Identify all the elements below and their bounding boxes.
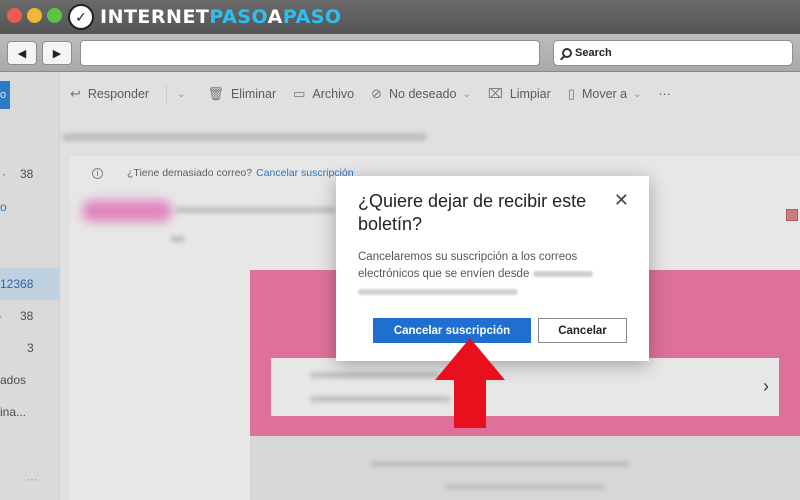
unsubscribe-dialog: ¿Quiere dejar de recibir este boletín? ✕… xyxy=(336,176,649,361)
browser-toolbar: ◀ ▶ Search xyxy=(0,34,800,72)
dialog-body: Cancelaremos su suscripción a los correo… xyxy=(358,249,628,295)
search-placeholder: Search xyxy=(575,47,612,59)
arrow-up-icon xyxy=(435,338,505,428)
search-input[interactable]: Search xyxy=(553,40,793,66)
cancel-button[interactable]: Cancelar xyxy=(538,318,627,343)
minimize-window-button[interactable] xyxy=(27,8,42,23)
back-arrow-icon: ◀ xyxy=(17,47,27,60)
zoom-window-button[interactable] xyxy=(47,8,62,23)
address-bar[interactable] xyxy=(80,40,540,66)
blurred-sender-address xyxy=(532,270,593,277)
blurred-sender-address-2 xyxy=(358,289,518,295)
dialog-title: ¿Quiere dejar de recibir este boletín? xyxy=(358,191,587,234)
red-arrow-annotation xyxy=(435,338,505,428)
brand-logo-icon: ✓ xyxy=(68,4,94,30)
close-window-button[interactable] xyxy=(7,8,22,23)
forward-button[interactable]: ▶ xyxy=(42,41,72,65)
window-titlebar: ✓ INTERNETPASOAPASO xyxy=(0,0,800,34)
search-icon xyxy=(562,48,572,58)
brand-text: INTERNETPASOAPASO xyxy=(100,6,342,28)
forward-arrow-icon: ▶ xyxy=(52,47,62,60)
brand-logo: ✓ INTERNETPASOAPASO xyxy=(68,4,342,30)
close-icon[interactable]: ✕ xyxy=(614,190,629,210)
back-button[interactable]: ◀ xyxy=(7,41,37,65)
